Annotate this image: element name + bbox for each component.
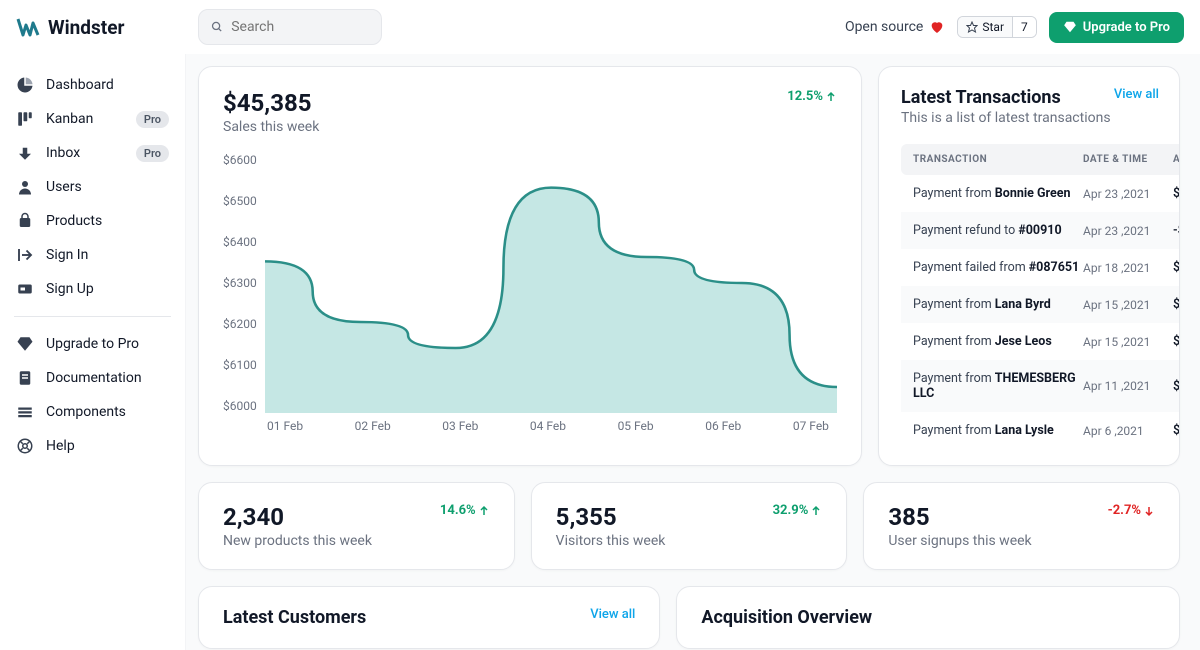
sidebar-item-signin[interactable]: Sign In [6, 238, 179, 272]
stat-card: 385 User signups this week -2.7% [863, 482, 1180, 570]
kanban-icon [16, 110, 34, 128]
bag-icon [16, 212, 34, 230]
github-star-button[interactable]: Star 7 [957, 16, 1036, 38]
user-icon [16, 178, 34, 196]
doc-icon [16, 369, 34, 387]
search-input[interactable] [231, 19, 369, 35]
stat-label: User signups this week [888, 533, 1031, 549]
help-icon [16, 437, 34, 455]
sidebar-item-inbox[interactable]: Inbox Pro [6, 136, 179, 170]
sidebar-item-label: Sign In [46, 247, 88, 263]
transactions-title: Latest Transactions [901, 87, 1111, 108]
sidebar: Dashboard Kanban Pro Inbox Pro Users Produ… [0, 54, 186, 650]
stat-value: 385 [888, 503, 1031, 531]
stat-change: 32.9% [773, 503, 823, 518]
stat-change: -2.7% [1108, 503, 1155, 518]
sidebar-item-label: Products [46, 213, 102, 229]
gem-icon [16, 335, 34, 353]
stat-label: Visitors this week [556, 533, 666, 549]
customers-title: Latest Customers [223, 607, 366, 628]
signup-icon [16, 280, 34, 298]
sidebar-item-label: Inbox [46, 145, 80, 161]
sales-label: Sales this week [223, 119, 319, 135]
sidebar-item-kanban[interactable]: Kanban Pro [6, 102, 179, 136]
stat-label: New products this week [223, 533, 372, 549]
transactions-subtitle: This is a list of latest transactions [901, 110, 1111, 126]
acquisition-card: Acquisition Overview [676, 586, 1180, 649]
sidebar-item-label: Dashboard [46, 77, 114, 93]
table-row[interactable]: Payment from Lana ByrdApr 15 ,2021$5 [901, 286, 1179, 323]
transactions-view-all[interactable]: View all [1114, 87, 1179, 102]
sales-change: 12.5% [787, 89, 837, 104]
table-row[interactable]: Payment from THEMESBERG LLCApr 11 ,2021$… [901, 360, 1179, 412]
sidebar-item-upgrade[interactable]: Upgrade to Pro [6, 327, 179, 361]
sidebar-item-signup[interactable]: Sign Up [6, 272, 179, 306]
gem-icon [1063, 20, 1077, 34]
sidebar-item-help[interactable]: Help [6, 429, 179, 463]
latest-customers-card: Latest Customers View all [198, 586, 660, 649]
search-icon [211, 20, 223, 34]
sidebar-item-dashboard[interactable]: Dashboard [6, 68, 179, 102]
arrow-up-icon [825, 91, 837, 103]
stat-value: 2,340 [223, 503, 372, 531]
stat-value: 5,355 [556, 503, 666, 531]
table-row[interactable]: Payment failed from #087651Apr 18 ,2021$… [901, 249, 1179, 286]
table-row[interactable]: Payment from Lana LysleApr 6 ,2021$1 [901, 412, 1179, 449]
logo-icon [16, 15, 40, 39]
sidebar-item-users[interactable]: Users [6, 170, 179, 204]
open-source-label: Open source [845, 19, 945, 35]
star-count: 7 [1012, 17, 1036, 37]
sidebar-item-label: Sign Up [46, 281, 94, 297]
stat-card: 5,355 Visitors this week 32.9% [531, 482, 848, 570]
customers-view-all[interactable]: View all [590, 607, 635, 622]
table-header: TRANSACTION DATE & TIME AMOUNT [901, 144, 1179, 175]
transactions-table[interactable]: TRANSACTION DATE & TIME AMOUNT Payment f… [901, 144, 1179, 455]
pro-badge: Pro [136, 111, 169, 128]
sidebar-item-label: Users [46, 179, 82, 195]
search-box[interactable] [198, 9, 382, 45]
sidebar-item-docs[interactable]: Documentation [6, 361, 179, 395]
sidebar-item-label: Components [46, 404, 126, 420]
sales-card: $45,385 Sales this week 12.5% $6600$6500… [198, 66, 862, 466]
pie-icon [16, 76, 34, 94]
sidebar-item-products[interactable]: Products [6, 204, 179, 238]
topbar: Windster Open source Star 7 Upgrade to P… [0, 0, 1200, 54]
main-content: $45,385 Sales this week 12.5% $6600$6500… [186, 54, 1200, 650]
table-row[interactable]: Payment from Jese LeosApr 15 ,2021$2 [901, 323, 1179, 360]
sidebar-item-label: Help [46, 438, 75, 454]
upgrade-button[interactable]: Upgrade to Pro [1049, 12, 1184, 43]
sales-value: $45,385 [223, 89, 319, 117]
sidebar-item-label: Documentation [46, 370, 142, 386]
sidebar-item-components[interactable]: Components [6, 395, 179, 429]
transactions-card: Latest Transactions This is a list of la… [878, 66, 1180, 466]
signin-icon [16, 246, 34, 264]
table-row[interactable]: Payment refund to #00910Apr 23 ,2021-$ [901, 212, 1179, 249]
stat-change: 14.6% [440, 503, 490, 518]
sidebar-item-label: Upgrade to Pro [46, 336, 139, 352]
logo-text: Windster [48, 16, 124, 39]
sidebar-item-label: Kanban [46, 111, 93, 127]
pro-badge: Pro [136, 145, 169, 162]
stat-card: 2,340 New products this week 14.6% [198, 482, 515, 570]
components-icon [16, 403, 34, 421]
star-icon [966, 21, 978, 33]
heart-icon [929, 19, 945, 35]
inbox-icon [16, 144, 34, 162]
logo[interactable]: Windster [16, 15, 186, 39]
acquisition-title: Acquisition Overview [701, 607, 1155, 628]
table-row[interactable]: Payment from Bonnie GreenApr 23 ,2021$2 [901, 175, 1179, 212]
sales-chart: $6600$6500$6400$6300$6200$6100$6000 [223, 153, 837, 413]
